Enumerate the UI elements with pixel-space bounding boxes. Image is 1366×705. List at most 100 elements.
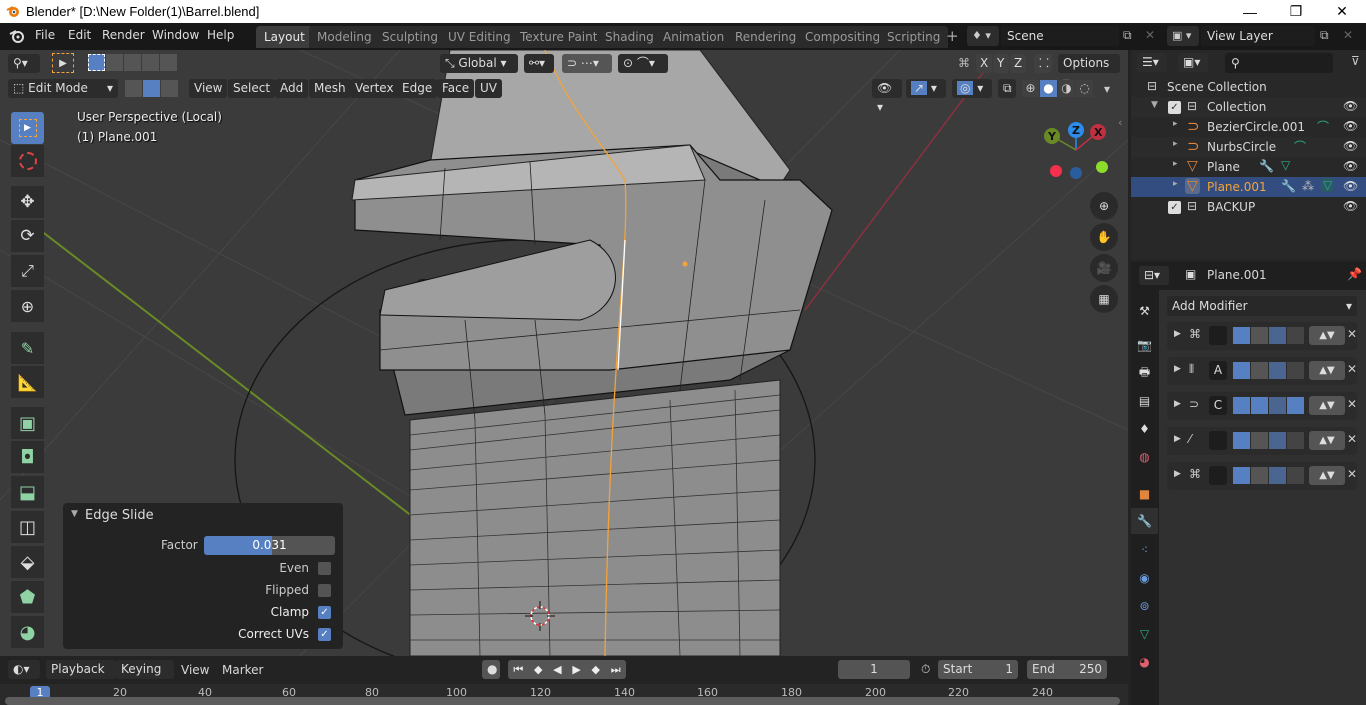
editmode-toggle-icon[interactable] [1269,362,1286,379]
visibility-eye-icon[interactable]: 👁 [1343,99,1358,113]
expand-arrow-icon[interactable]: ▶ [1174,469,1181,479]
collapse-triangle-icon[interactable]: ▼ [71,509,78,519]
select-tool-icon[interactable]: ▶ [52,53,74,73]
timeline-view-menu[interactable]: View [181,663,209,677]
select-extend-icon[interactable] [106,54,123,71]
stopwatch-icon[interactable]: ⏱ [921,662,930,677]
select-invert-icon[interactable] [142,54,159,71]
tool-loop-cut[interactable]: ◫ [11,511,44,543]
expand-arrow-icon[interactable]: ▸ [1173,179,1178,189]
tool-move[interactable]: ✥ [11,186,44,218]
tab-material[interactable]: ◕ [1131,649,1158,675]
move-modifier-buttons[interactable]: ▲▼ [1309,431,1345,450]
tab-output[interactable]: 🖶 [1131,360,1158,386]
menu-help[interactable]: Help [207,28,234,42]
mirror-z-toggle[interactable]: Z [1010,54,1026,73]
correct-uvs-checkbox[interactable]: ✓ [318,628,331,641]
mirror-y-toggle[interactable]: Y [993,54,1009,73]
remove-modifier-icon[interactable]: ✕ [1347,432,1357,446]
menu-add[interactable]: Add [275,79,309,98]
editmode-toggle-icon[interactable] [1269,327,1286,344]
pin-icon[interactable]: 📌 [1347,267,1362,281]
tool-bevel[interactable]: ⬓ [11,476,44,508]
tab-view-layer[interactable]: ▤ [1131,388,1158,414]
gizmo-toggle[interactable]: ↗ ▾ [906,79,946,98]
tool-inset[interactable]: ◘ [11,441,44,473]
collection-checkbox[interactable]: ✓ [1168,101,1181,114]
timeline-editor-type-button[interactable]: ◐▾ [8,660,40,679]
tab-rendering[interactable]: Rendering [727,26,805,48]
outliner-row-backup[interactable]: ✓ ⊟ BACKUP 👁 [1131,197,1366,217]
modifier-name-field[interactable] [1209,326,1227,345]
editmode-toggle-icon[interactable] [1269,397,1286,414]
modifier-name-field[interactable] [1209,431,1227,450]
tool-rotate[interactable]: ⟳ [11,220,44,252]
add-modifier-dropdown[interactable]: Add Modifier ▾ [1167,296,1357,316]
modifier-name-field[interactable] [1209,466,1227,485]
tab-particles[interactable]: ⁖ [1131,537,1158,563]
menu-face[interactable]: Face [437,79,475,98]
tab-sculpting[interactable]: Sculpting [374,26,447,48]
outliner-row-plane[interactable]: ▸ ▽ Plane 🔧 ▽ 👁 [1131,157,1366,177]
tab-shading[interactable]: Shading [597,26,662,48]
modifier-name-field[interactable]: A [1209,361,1227,380]
prev-keyframe-icon[interactable]: ◆ [534,663,542,676]
outliner-row-beziercircle[interactable]: ▸ ⊃ BezierCircle.001 ⌒ 👁 [1131,117,1366,137]
vertex-select-mode-icon[interactable] [125,80,142,97]
move-modifier-buttons[interactable]: ▲▼ [1309,396,1345,415]
render-toggle-icon[interactable] [1233,327,1250,344]
xray-toggle[interactable]: ⧉ [998,79,1016,98]
viewport-toggle-icon[interactable] [1251,362,1268,379]
outliner-search-input[interactable]: ⚲ [1225,53,1333,73]
add-workspace-button[interactable]: + [946,27,959,45]
remove-modifier-icon[interactable]: ✕ [1347,467,1357,481]
auto-keying-button[interactable]: ● [482,660,500,679]
tab-texture-paint[interactable]: Texture Paint [512,26,606,48]
camera-view-button[interactable]: 🎥 [1090,254,1118,282]
end-frame-field[interactable]: End 250 [1027,660,1107,679]
timeline-scrollbar[interactable] [5,697,1120,705]
visibility-eye-icon[interactable]: 👁 [1343,119,1358,133]
snap-toggle[interactable]: ⊃ ⋯▾ [562,54,612,73]
expand-arrow-icon[interactable]: ▸ [1173,139,1178,149]
wireframe-shading-icon[interactable]: ⊕ [1022,80,1039,97]
view-layer-name-field[interactable]: View Layer [1201,26,1315,46]
editor-type-button[interactable]: ⚲▾ [8,54,40,73]
viewport-toggle-icon[interactable] [1251,432,1268,449]
next-keyframe-icon[interactable]: ◆ [592,663,600,676]
tool-annotate[interactable]: ✎ [11,332,44,364]
cage-toggle-icon[interactable] [1287,397,1304,414]
view-layer-selector-icon[interactable]: ▣ ▾ [1167,26,1199,46]
expand-arrow-icon[interactable]: ▸ [1173,119,1178,129]
move-modifier-buttons[interactable]: ▲▼ [1309,326,1345,345]
visibility-eye-icon[interactable]: 👁 [1343,179,1358,193]
menu-mesh[interactable]: Mesh [309,79,351,98]
render-toggle-icon[interactable] [1233,362,1250,379]
face-select-mode-icon[interactable] [161,80,178,97]
even-checkbox[interactable] [318,562,331,575]
outliner-row-collection[interactable]: ▼ ✓ ⊟ Collection 👁 [1131,97,1366,117]
tab-physics[interactable]: ◉ [1131,565,1158,591]
expand-arrow-icon[interactable]: ▶ [1174,329,1181,339]
clamp-checkbox[interactable]: ✓ [318,606,331,619]
select-subtract-icon[interactable] [124,54,141,71]
factor-slider[interactable]: 0.031 [204,536,335,555]
cage-toggle-icon[interactable] [1287,467,1304,484]
tab-scripting[interactable]: Scripting [879,26,949,48]
move-modifier-buttons[interactable]: ▲▼ [1309,361,1345,380]
menu-view[interactable]: View [189,79,228,98]
tab-scene[interactable]: ♦ [1131,416,1158,442]
visibility-eye-icon[interactable]: 👁 [1343,199,1358,213]
tab-world[interactable]: ◍ [1131,444,1158,470]
expand-arrow-icon[interactable]: ▸ [1173,159,1178,169]
tool-select-box[interactable]: ▶ [11,112,44,144]
cage-toggle-icon[interactable] [1287,432,1304,449]
transform-orientation-dropdown[interactable]: ⤡ Global ▾ [440,54,518,73]
overlays-toggle[interactable]: ◎ ▾ [952,79,992,98]
editmode-toggle-icon[interactable] [1269,467,1286,484]
select-box-icon[interactable] [88,54,105,71]
tool-transform[interactable]: ⊕ [11,290,44,322]
zoom-view-button[interactable]: ⊕ [1090,192,1118,220]
tool-cursor[interactable] [11,145,44,177]
tab-layout[interactable]: Layout [256,26,313,48]
